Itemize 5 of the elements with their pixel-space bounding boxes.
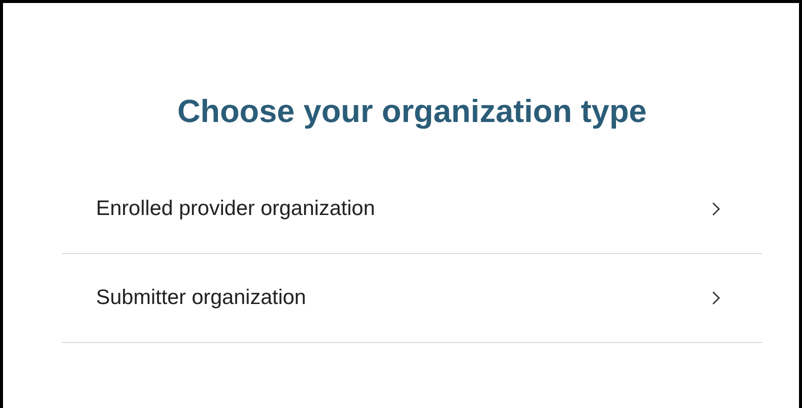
page-title: Choose your organization type bbox=[176, 92, 648, 131]
option-link[interactable]: Enrolled provider organization bbox=[62, 165, 762, 254]
chevron-right-icon bbox=[712, 202, 720, 216]
option-link[interactable]: Submitter organization bbox=[62, 254, 762, 343]
chevron-right-icon bbox=[712, 291, 720, 305]
